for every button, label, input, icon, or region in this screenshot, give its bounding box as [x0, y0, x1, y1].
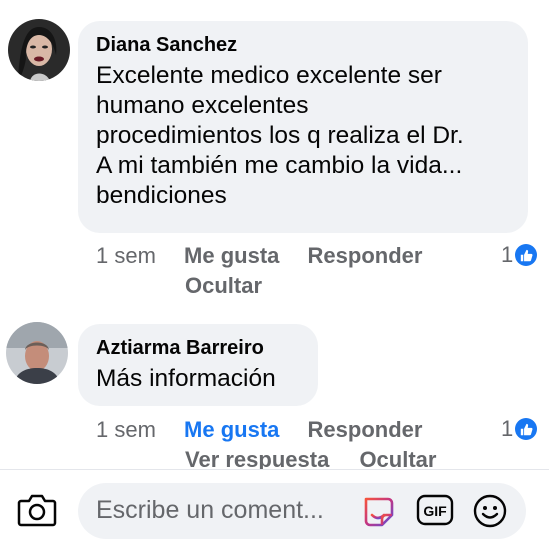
avatar-sticker-icon[interactable]	[358, 493, 398, 529]
reaction-number: 1	[501, 242, 514, 267]
comment-author[interactable]: Diana Sanchez	[96, 33, 510, 57]
gif-label: GIF	[423, 503, 447, 519]
avatar[interactable]	[8, 19, 70, 81]
comment-author[interactable]: Aztiarma Barreiro	[96, 336, 300, 360]
comment-actions-row2: Ocultar	[185, 271, 262, 301]
comment-actions: 1 sem Me gusta Responder	[96, 415, 476, 445]
reaction-number: 1	[501, 416, 514, 441]
reaction-count[interactable]: 1	[501, 242, 538, 268]
comment-text: Excelente medico excelente ser humano ex…	[96, 62, 464, 209]
comment-time: 1 sem	[96, 243, 156, 268]
hide-button[interactable]: Ocultar	[185, 273, 262, 298]
comment-bubble[interactable]: Diana Sanchez Excelente medico excelente…	[78, 21, 528, 233]
reply-button[interactable]: Responder	[308, 243, 423, 268]
comment-text: Más información	[96, 365, 276, 392]
gif-icon[interactable]: GIF	[416, 494, 454, 526]
avatar[interactable]	[6, 322, 68, 384]
comment-bubble[interactable]: Aztiarma Barreiro Más información	[78, 324, 318, 406]
like-button[interactable]: Me gusta	[184, 243, 279, 268]
comment-time: 1 sem	[96, 417, 156, 442]
emoji-icon[interactable]	[472, 493, 508, 529]
like-reaction-icon	[515, 418, 538, 440]
comment-input-placeholder: Escribe un coment...	[96, 496, 324, 524]
reaction-count[interactable]: 1	[501, 416, 538, 442]
like-button[interactable]: Me gusta	[184, 417, 279, 442]
reply-button[interactable]: Responder	[308, 417, 423, 442]
like-reaction-icon	[515, 244, 538, 266]
camera-icon[interactable]	[17, 492, 57, 528]
comment-actions: 1 sem Me gusta Responder	[96, 241, 476, 271]
